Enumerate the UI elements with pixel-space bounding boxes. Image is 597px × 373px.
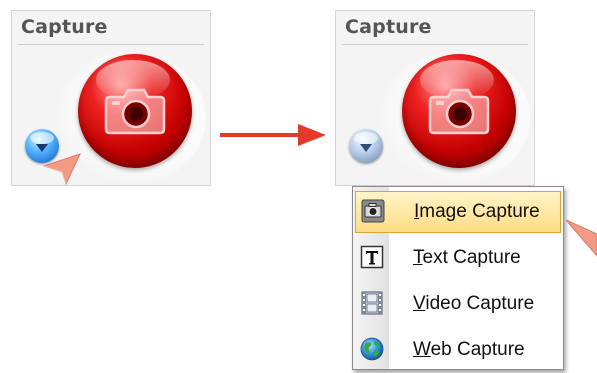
video-capture-icon — [361, 291, 383, 315]
camera-icon — [104, 88, 166, 135]
text-capture-icon — [360, 245, 384, 269]
capture-button[interactable] — [402, 54, 516, 168]
arrow-right-icon — [220, 124, 326, 146]
image-capture-icon — [361, 199, 385, 223]
menu-item-label: Image Capture — [414, 201, 540, 222]
menu-item-web-capture[interactable]: Web Capture — [353, 329, 563, 371]
divider — [18, 44, 204, 45]
capture-dropdown-menu: Image Capture Text Capture Video Capture — [352, 186, 564, 370]
pointer-cursor-icon — [565, 219, 597, 257]
capture-panel-after: Capture — [335, 10, 535, 186]
capture-button[interactable] — [78, 54, 192, 168]
menu-item-label: Web Capture — [413, 339, 525, 360]
menu-item-video-capture[interactable]: Video Capture — [353, 283, 563, 325]
camera-icon — [428, 88, 490, 135]
pointer-cursor-icon — [42, 153, 81, 186]
menu-item-image-capture[interactable]: Image Capture — [355, 191, 561, 233]
capture-dropdown-button[interactable] — [349, 129, 383, 163]
panel-title: Capture — [345, 16, 432, 38]
chevron-down-icon — [360, 144, 372, 152]
web-capture-icon — [360, 337, 384, 361]
divider — [342, 44, 528, 45]
menu-item-text-capture[interactable]: Text Capture — [353, 237, 563, 279]
menu-item-label: Text Capture — [413, 247, 521, 268]
panel-title: Capture — [21, 16, 108, 38]
menu-item-label: Video Capture — [413, 293, 535, 314]
